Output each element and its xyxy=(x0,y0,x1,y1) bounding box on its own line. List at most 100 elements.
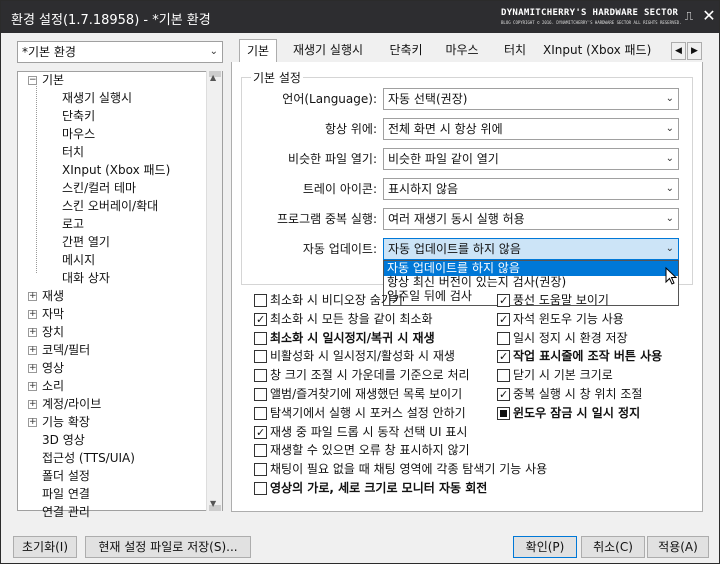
checkbox-label: 영상의 가로, 세로 크기로 모니터 자동 회전 xyxy=(270,481,488,495)
expand-icon[interactable]: + xyxy=(28,418,37,427)
checkbox-label: 비활성화 시 일시정지/활성화 시 재생 xyxy=(270,349,455,364)
pin-icon[interactable]: ⎍ xyxy=(681,8,697,24)
tree-item-label: 스킨 오버레이/확대 xyxy=(62,199,159,213)
scroll-down-icon[interactable]: ▼ xyxy=(210,499,216,508)
tab-item[interactable]: 기본 xyxy=(239,39,277,64)
setting-select[interactable]: 전체 화면 시 항상 위에 ⌄ xyxy=(383,118,679,140)
ok-button[interactable]: 확인(P) xyxy=(513,536,577,558)
tree-item-label: 재생 xyxy=(42,289,65,303)
expand-icon[interactable]: + xyxy=(28,382,37,391)
setting-select[interactable]: 자동 업데이트를 하지 않음 ⌄ xyxy=(383,238,679,260)
checkbox-box[interactable] xyxy=(497,331,510,345)
tree-item-label: 코덱/필터 xyxy=(42,343,91,357)
checkbox-box[interactable] xyxy=(254,369,267,383)
setting-select[interactable]: 여러 재생기 동시 실행 허용 ⌄ xyxy=(383,208,679,230)
checkbox-box[interactable] xyxy=(254,388,267,401)
chevron-down-icon: ⌄ xyxy=(665,123,674,134)
checkbox-box[interactable] xyxy=(497,293,510,309)
triangle-left-icon[interactable]: ◀ xyxy=(671,42,686,60)
checkbox-box[interactable] xyxy=(254,425,267,441)
checkbox-box[interactable] xyxy=(254,406,267,420)
checkbox-box[interactable] xyxy=(497,369,510,383)
tree-item-label: 기능 확장 xyxy=(42,415,90,429)
tree-item-label: 파일 연결 xyxy=(42,487,90,501)
cancel-button[interactable]: 취소(C) xyxy=(581,536,645,558)
checkbox-box[interactable] xyxy=(497,387,510,403)
tree-item-label: 메시지 xyxy=(62,253,96,267)
setting-select[interactable]: 비슷한 파일 같이 열기 ⌄ xyxy=(383,148,679,170)
checkbox-label: 작업 표시줄에 조작 버튼 사용 xyxy=(513,349,663,364)
tab-item[interactable]: 터치 xyxy=(495,39,535,63)
expand-icon[interactable]: + xyxy=(28,400,37,409)
checkbox-label: 윈도우 잠금 시 일시 정지 xyxy=(513,405,641,420)
checkbox-label: 재생 중 파일 드롭 시 동작 선택 UI 표시 xyxy=(270,424,468,439)
group-title: 기본 설정 xyxy=(251,69,303,86)
checkbox-box[interactable] xyxy=(497,406,510,420)
reset-button[interactable]: 초기화(I) xyxy=(13,536,77,558)
checkbox-box[interactable] xyxy=(254,463,267,477)
checkbox-box[interactable] xyxy=(254,294,267,307)
tree-item-label: 기본 xyxy=(42,73,65,87)
checkbox-label: 일시 정지 시 환경 저장 xyxy=(513,330,628,345)
expand-icon[interactable]: + xyxy=(28,310,37,319)
checkbox-label: 최소화 시 비디오장 숨기기 xyxy=(270,293,403,307)
tree-item-label: 자막 xyxy=(42,307,65,321)
tree-item-label: 장치 xyxy=(42,325,65,339)
chevron-down-icon: ⌄ xyxy=(665,243,674,254)
checkbox-box[interactable] xyxy=(254,331,267,345)
tree-item-label: 접근성 (TTS/UIA) xyxy=(42,451,135,465)
brand-logo: DYNAMITCHERRY'S HARDWARE SECTOR BLOG COP… xyxy=(501,8,682,25)
expand-icon[interactable]: + xyxy=(28,292,37,301)
triangle-right-icon[interactable]: ▶ xyxy=(687,42,702,60)
checkbox-label: 최소화 시 일시정지/복귀 시 재생 xyxy=(270,330,435,345)
setting-label: 비슷한 파일 열기: xyxy=(288,152,377,166)
brand-tagline: BLOG COPYRIGHT © 2016. DYNAMITCHERRY'S H… xyxy=(501,20,682,25)
scroll-up-icon[interactable]: ▲ xyxy=(210,73,216,82)
checkbox-box[interactable] xyxy=(497,312,510,328)
checkbox-box[interactable] xyxy=(254,312,267,328)
tree-item-label: 간편 열기 xyxy=(62,235,110,249)
checkbox-box[interactable] xyxy=(254,444,267,458)
save-settings-file-button[interactable]: 현재 설정 파일로 저장(S)... xyxy=(85,536,251,558)
tree-item-label: 영상 xyxy=(42,361,65,375)
tab-item[interactable]: XInput (Xbox 패드) xyxy=(541,39,651,63)
setting-label: 자동 업데이트: xyxy=(302,242,377,256)
tree-item-label: 단축키 xyxy=(62,109,96,123)
tree-scrollbar-track xyxy=(209,71,221,511)
chevron-down-icon: ⌄ xyxy=(665,93,674,104)
checkbox-label: 재생할 수 있으면 오류 창 표시하지 않기 xyxy=(270,443,470,458)
tree-scrollbar[interactable]: ▲ ▼ xyxy=(206,71,222,511)
setting-select-value: 자동 업데이트를 하지 않음 xyxy=(388,242,521,256)
setting-label: 항상 위에: xyxy=(324,122,377,136)
checkbox-box[interactable] xyxy=(497,349,510,365)
checkbox-box[interactable] xyxy=(254,350,267,364)
profile-select[interactable]: *기본 환경 ⌄ xyxy=(17,41,223,63)
tree-item-label: 연결 관리 xyxy=(42,505,90,519)
update-option[interactable]: 자동 업데이트를 하지 않음 xyxy=(384,261,678,276)
profile-select-value: *기본 환경 xyxy=(22,45,76,59)
expand-icon[interactable]: + xyxy=(28,364,37,373)
tree-item-label: 마우스 xyxy=(62,127,96,141)
title-bar[interactable]: 환경 설정(1.7.18958) - *기본 환경 DYNAMITCHERRY'… xyxy=(1,1,719,33)
tab-item[interactable]: 재생기 실행시 xyxy=(285,39,371,63)
checkbox-box[interactable] xyxy=(254,482,267,495)
tree-item-label: 폴더 설정 xyxy=(42,469,90,483)
expand-icon[interactable]: + xyxy=(28,328,37,337)
update-option[interactable]: 항상 최신 버전이 있는지 검사(권장) xyxy=(387,275,566,290)
expand-icon[interactable]: + xyxy=(28,346,37,355)
tree-connector xyxy=(36,83,37,273)
tab-item[interactable]: 단축키 xyxy=(381,39,431,63)
checkbox-label: 창 크기 조절 시 가운데를 기준으로 처리 xyxy=(270,368,470,383)
chevron-down-icon: ⌄ xyxy=(209,46,218,57)
setting-select[interactable]: 표시하지 않음 ⌄ xyxy=(383,178,679,200)
checkbox-label: 앨범/즐겨찾기에 재생했던 목록 보이기 xyxy=(270,387,463,401)
setting-select-value: 전체 화면 시 항상 위에 xyxy=(388,122,503,136)
chevron-down-icon: ⌄ xyxy=(665,213,674,224)
tree-item-label: 터치 xyxy=(62,145,85,159)
setting-select[interactable]: 자동 선택(권장) ⌄ xyxy=(383,88,679,110)
setting-label: 프로그램 중복 실행: xyxy=(277,212,377,226)
close-icon[interactable]: ✕ xyxy=(701,8,717,24)
apply-button[interactable]: 적용(A) xyxy=(647,536,709,558)
tab-item[interactable]: 마우스 xyxy=(437,39,487,63)
setting-select-value: 여러 재생기 동시 실행 허용 xyxy=(388,212,525,226)
